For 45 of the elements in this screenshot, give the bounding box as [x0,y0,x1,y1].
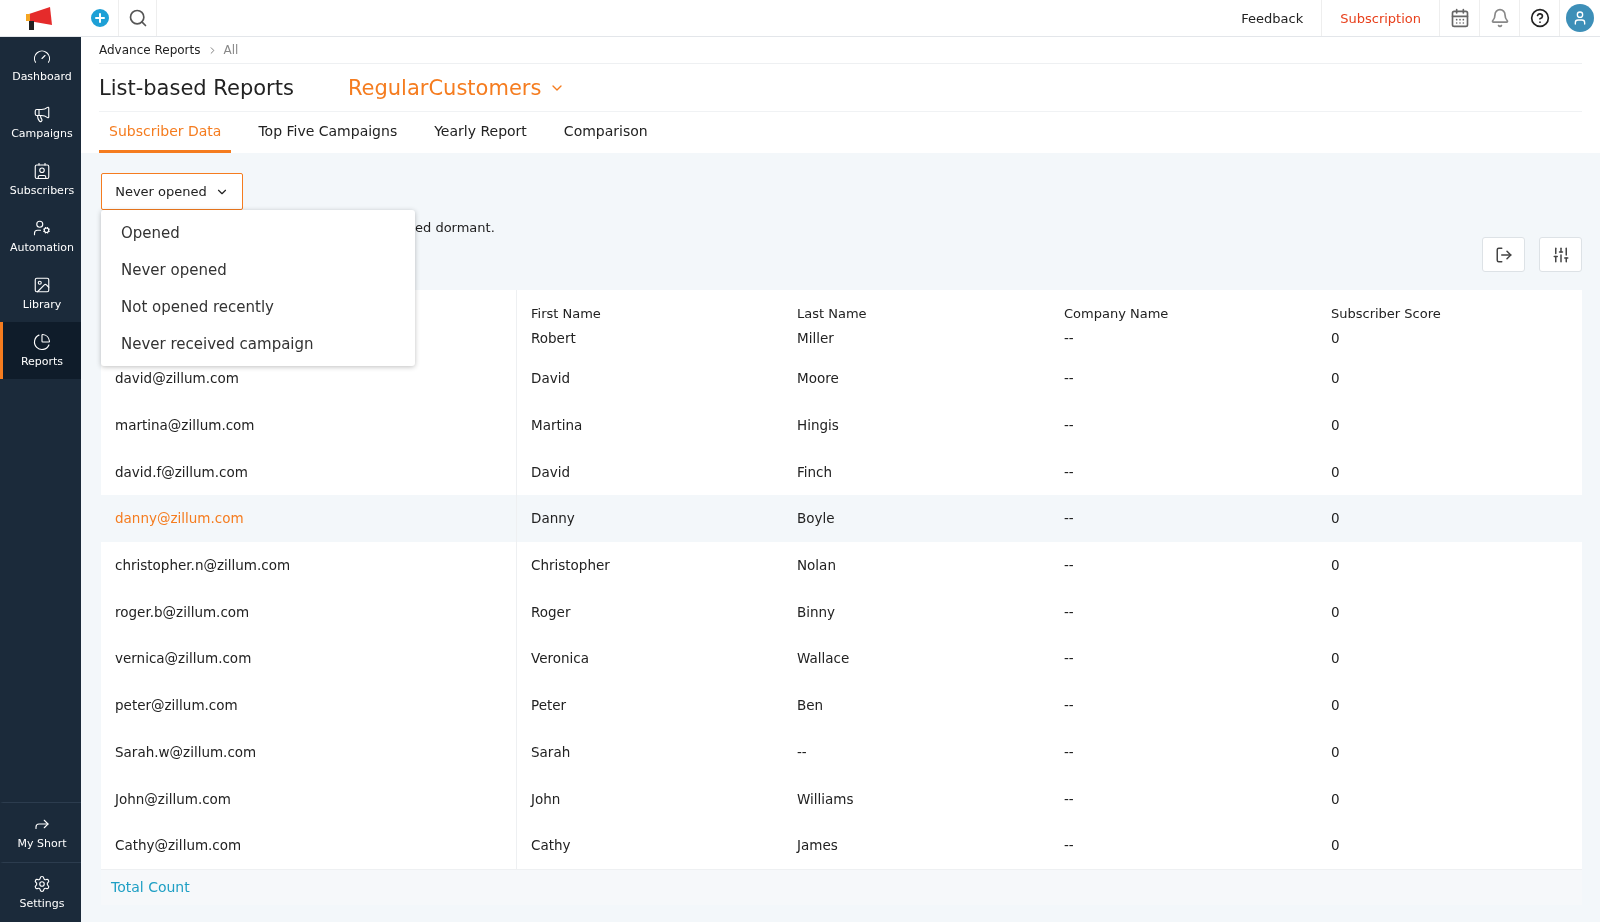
subscription-link[interactable]: Subscription [1322,0,1440,36]
sliders-icon [1551,245,1570,264]
menu-item[interactable]: Opened [101,214,415,251]
table-cell: 0 [1317,495,1582,542]
column-header: Company Name [1063,305,1170,321]
export-icon [1494,245,1513,264]
table-cell: Boyle [783,495,1050,542]
avatar[interactable] [1566,4,1594,32]
user-gear-icon [33,219,51,237]
image-icon [33,276,51,294]
settings-icon [33,875,51,893]
breadcrumb-link[interactable]: All [223,43,239,57]
breadcrumb-link[interactable]: Advance Reports [99,43,201,57]
column-header: Subscriber Score [1330,305,1442,321]
table-cell: Danny [516,495,783,542]
tab[interactable]: Top Five Campaigns [248,112,408,153]
feedback-link[interactable]: Feedback [1223,0,1323,36]
sidebar-item[interactable]: Campaigns [0,94,81,151]
help-icon[interactable] [1529,8,1550,28]
sidebar-item[interactable]: Reports [0,322,81,379]
pie-chart-icon [33,333,51,351]
contact-card-icon [33,162,51,180]
page-title: List-based Reports [99,75,294,100]
search-icon[interactable] [127,8,148,28]
export-button[interactable] [1482,237,1525,272]
tab[interactable]: Yearly Report [424,112,537,153]
column-header: Last Name [796,305,868,321]
sidebar-item[interactable]: My Short [0,802,81,862]
sidebar-item[interactable]: Library [0,265,81,322]
calendar-icon[interactable] [1449,8,1470,28]
tab[interactable]: Comparison [553,112,658,153]
column-settings-button[interactable] [1539,237,1582,272]
sidebar-item[interactable]: Dashboard [0,37,81,94]
bell-icon[interactable] [1489,8,1510,28]
menu-item[interactable]: Never opened [101,251,415,288]
megaphone-icon [33,105,51,123]
menu-item[interactable]: Not opened recently [101,288,415,325]
email-cell: danny@zillum.com [101,495,516,542]
filter-dropdown[interactable]: Never opened [101,173,243,210]
sidebar-item[interactable]: Subscribers [0,151,81,208]
gauge-icon [33,48,51,66]
sidebar-item[interactable]: Automation [0,208,81,265]
description-text: ed dormant. [415,220,496,235]
table-cell: -- [1050,495,1317,542]
sidebar-item[interactable]: Settings [0,862,81,922]
